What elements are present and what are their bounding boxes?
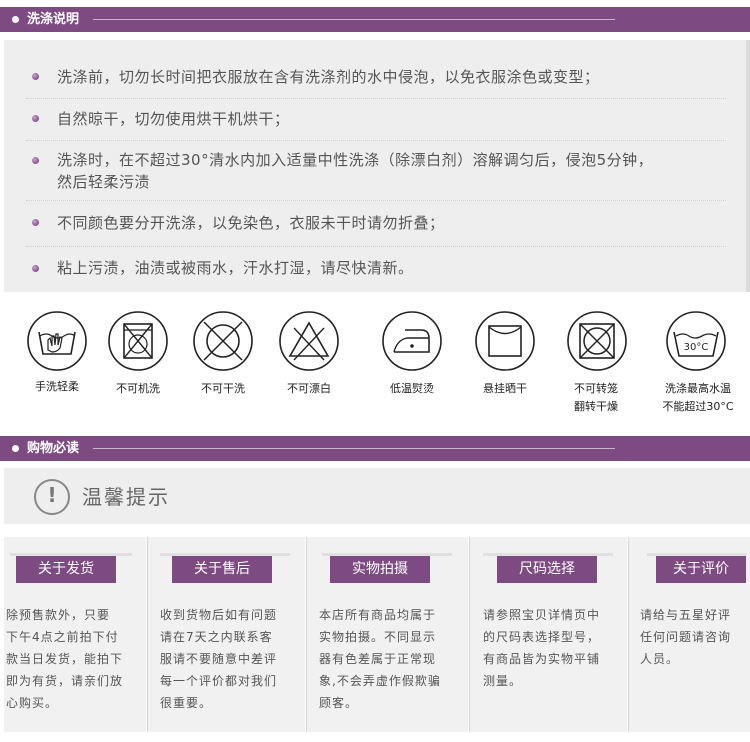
symbol-label-line2: 翻转干燥 xyxy=(574,400,618,413)
hand-wash-icon xyxy=(26,310,88,372)
care-item: 洗涤时，在不超过30°清水内加入适量中性洗涤（除漂白剂）溶解调匀后，侵泡5分钟，… xyxy=(26,140,726,201)
header-divider xyxy=(93,448,615,449)
care-section-title: 洗涤说明 xyxy=(27,12,80,27)
care-item: 粘上污渍，油渍或被雨水，汗水打湿，请尽快清新。 xyxy=(26,246,726,290)
symbol-label: 不可干洗 xyxy=(201,382,245,395)
symbol-label: 洗涤最高水温 xyxy=(665,382,731,395)
care-item-text: 粘上污渍，油渍或被雨水，汗水打湿，请尽快清新。 xyxy=(57,259,414,277)
tab-photos: 实物拍摄 xyxy=(330,556,430,583)
care-item-text: 洗涤前，切勿长时间把衣服放在含有洗涤剂的水中侵泡，以免衣服涂色或变型； xyxy=(57,68,600,86)
wash-temp-badge: 30°C xyxy=(684,342,709,353)
symbol-label: 悬挂晒干 xyxy=(483,382,527,395)
care-section-header: 洗涤说明 xyxy=(0,7,750,32)
symbol-label: 不可漂白 xyxy=(287,382,331,395)
no-tumble-dry-icon xyxy=(566,310,628,372)
header-divider xyxy=(93,19,615,20)
care-item-text: 自然晾干，切勿使用烘干机烘干； xyxy=(57,110,290,128)
bullet-icon xyxy=(32,115,39,122)
bullet-icon xyxy=(32,265,39,272)
column-text-shipping: 除预售款外，只要 下午4点之前拍下付 款当日发货，能拍下 即为有货，请亲们放 心购买。 xyxy=(6,608,124,710)
notice-title: 温馨提示 xyxy=(82,485,170,509)
no-dry-clean-icon xyxy=(192,310,254,372)
header-dot-icon xyxy=(12,445,19,452)
no-machine-wash-icon xyxy=(107,310,169,372)
symbol-label: 手洗轻柔 xyxy=(35,380,79,393)
care-item-text: 洗涤时，在不超过30°清水内加入适量中性洗涤（除漂白剂）溶解调匀后，侵泡5分钟， xyxy=(57,151,654,169)
low-iron-icon xyxy=(381,310,443,372)
header-dot-icon xyxy=(12,16,19,23)
notice-banner: ! 温馨提示 xyxy=(4,468,750,524)
care-item-text-line2: 然后轻柔污渍 xyxy=(57,173,151,191)
shopping-section-title: 购物必读 xyxy=(27,441,80,456)
symbol-label: 不可机洗 xyxy=(116,382,160,395)
column-text-reviews: 请给与五星好评 任何问题请咨询 人员。 xyxy=(640,608,732,666)
exclamation-icon: ! xyxy=(34,479,70,515)
tab-reviews: 关于评价 xyxy=(656,556,746,583)
symbol-label: 低温熨烫 xyxy=(390,382,434,395)
column-text-sizing: 请参照宝贝详情页中 的尺码表选择型号， 有商品皆为实物平铺 测量。 xyxy=(483,608,601,688)
hang-dry-icon xyxy=(474,310,536,372)
panel-edge xyxy=(746,40,750,292)
column-text-photos: 本店所有商品均属于 实物拍摄。不同显示 器有色差属于正常现 象,不会弄虚作假欺骗 顾客。 xyxy=(319,608,441,710)
tab-sizing: 尺码选择 xyxy=(497,556,597,583)
tab-after-sales: 关于售后 xyxy=(172,556,272,583)
care-item-text: 不同颜色要分开洗涤，以免染色，衣服未干时请勿折叠； xyxy=(57,214,445,232)
bullet-icon xyxy=(32,73,39,80)
tab-shipping: 关于发货 xyxy=(16,556,116,583)
care-item: 不同颜色要分开洗涤，以免染色，衣服未干时请勿折叠； xyxy=(26,200,726,247)
care-item: 洗涤前，切勿长时间把衣服放在含有洗涤剂的水中侵泡，以免衣服涂色或变型； xyxy=(26,56,726,99)
care-item: 自然晾干，切勿使用烘干机烘干； xyxy=(26,98,726,141)
column-text-after-sales: 收到货物后如有问题 请在7天之内联系客 服请不要随意中差评 每一个评价都对我们 很重要。 xyxy=(160,608,278,710)
symbol-label: 不可转笼 xyxy=(574,382,618,395)
shopping-section-header: 购物必读 xyxy=(0,436,750,461)
bullet-icon xyxy=(32,157,39,164)
symbol-label-line2: 不能超过30°C xyxy=(662,400,734,413)
wash-30-icon: 30°C xyxy=(665,310,727,372)
bullet-icon xyxy=(32,219,39,226)
no-bleach-icon xyxy=(278,310,340,372)
